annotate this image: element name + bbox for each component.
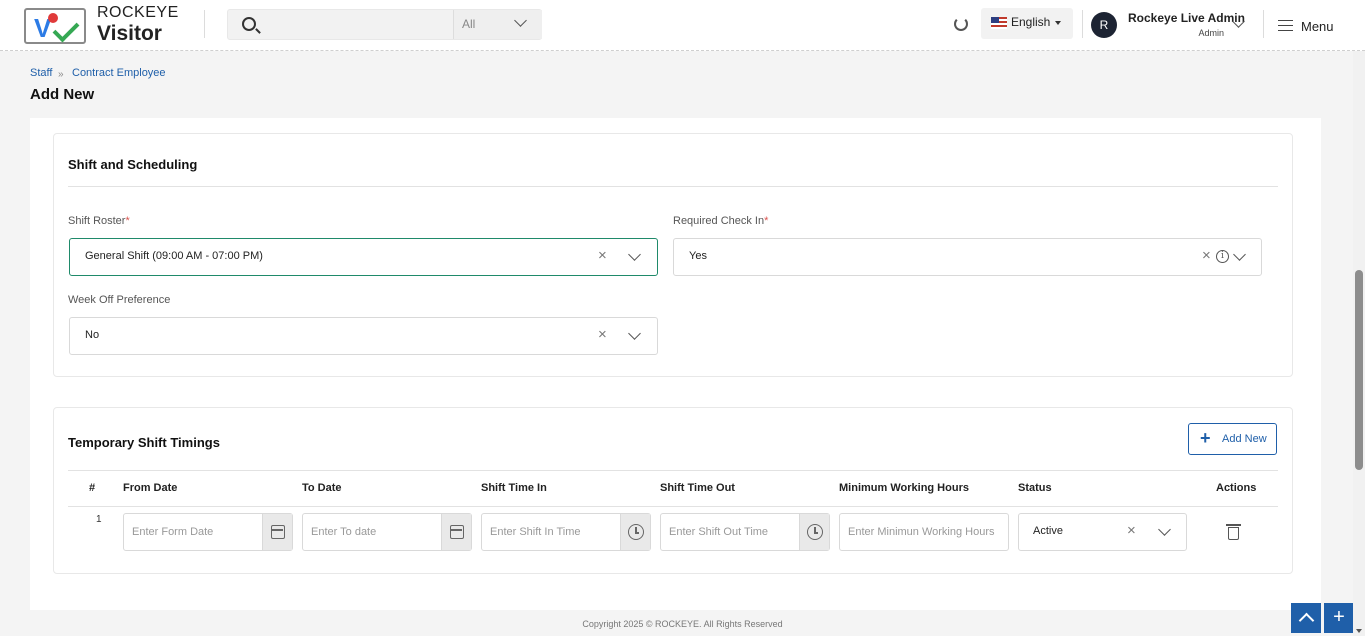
column-header-actions: Actions bbox=[1216, 482, 1257, 494]
calendar-icon bbox=[450, 525, 464, 539]
clear-icon[interactable]: × bbox=[1127, 522, 1136, 539]
hamburger-menu-icon[interactable] bbox=[1278, 20, 1293, 31]
week-off-value: No bbox=[85, 329, 100, 341]
scroll-to-top-button[interactable] bbox=[1291, 603, 1321, 633]
required-checkin-value: Yes bbox=[689, 250, 707, 262]
status-value: Active bbox=[1033, 525, 1063, 537]
user-role: Admin bbox=[1198, 28, 1224, 38]
shift-time-out-input[interactable]: Enter Shift Out Time bbox=[660, 513, 830, 551]
clear-icon[interactable]: × bbox=[598, 247, 607, 264]
column-header-number: # bbox=[89, 482, 96, 494]
search-scope-value: All bbox=[462, 17, 476, 31]
status-select[interactable]: Active × bbox=[1018, 513, 1187, 551]
scroll-down-arrow-icon[interactable] bbox=[1356, 629, 1362, 633]
language-selector[interactable]: English bbox=[981, 8, 1073, 39]
brand-product: Visitor bbox=[97, 22, 162, 45]
week-off-select[interactable]: No × bbox=[69, 317, 658, 355]
table-top-border bbox=[68, 470, 1278, 471]
minimum-working-hours-input[interactable]: Enter Minimun Working Hours bbox=[839, 513, 1009, 551]
column-header-minimum-working-hours: Minimum Working Hours bbox=[839, 482, 969, 494]
calendar-icon bbox=[271, 525, 285, 539]
search-icon bbox=[242, 17, 256, 31]
refresh-icon[interactable] bbox=[954, 17, 968, 31]
shift-scheduling-title: Shift and Scheduling bbox=[68, 157, 198, 172]
add-new-button[interactable]: + Add New bbox=[1188, 423, 1277, 455]
shift-roster-label: Shift Roster* bbox=[68, 215, 130, 227]
time-out-clock-button[interactable] bbox=[799, 514, 829, 550]
time-in-clock-button[interactable] bbox=[620, 514, 650, 550]
chevron-down-icon[interactable] bbox=[1233, 248, 1246, 261]
week-off-label: Week Off Preference bbox=[68, 294, 171, 306]
clock-icon bbox=[628, 524, 644, 540]
to-date-input[interactable]: Enter To date bbox=[302, 513, 472, 551]
top-bar: V ROCKEYE Visitor All English R Rockeye … bbox=[0, 0, 1365, 51]
user-name[interactable]: Rockeye Live Admin bbox=[1128, 11, 1245, 25]
page-scrollbar[interactable] bbox=[1353, 51, 1365, 636]
required-checkin-label: Required Check In* bbox=[673, 215, 769, 227]
language-label: English bbox=[1011, 15, 1051, 29]
column-header-shift-time-in: Shift Time In bbox=[481, 482, 547, 494]
breadcrumb-contract-employee[interactable]: Contract Employee bbox=[72, 67, 166, 79]
row-number: 1 bbox=[96, 514, 102, 525]
chevron-down-icon[interactable] bbox=[628, 327, 641, 340]
brand-name: ROCKEYE bbox=[97, 4, 179, 21]
chevron-down-icon bbox=[514, 14, 527, 27]
breadcrumb-separator-icon: » bbox=[58, 69, 64, 80]
divider bbox=[204, 10, 205, 38]
column-header-from-date: From Date bbox=[123, 482, 178, 494]
us-flag-icon bbox=[991, 17, 1007, 29]
column-header-shift-time-out: Shift Time Out bbox=[660, 482, 735, 494]
column-header-status: Status bbox=[1018, 482, 1052, 494]
search-scope-select[interactable]: All bbox=[453, 10, 542, 39]
table-header-border bbox=[68, 506, 1278, 507]
divider bbox=[1263, 10, 1264, 38]
divider bbox=[1082, 10, 1083, 38]
global-search[interactable]: All bbox=[227, 9, 542, 40]
clock-icon bbox=[807, 524, 823, 540]
delete-row-trash-icon[interactable] bbox=[1226, 524, 1241, 540]
shift-roster-value: General Shift (09:00 AM - 07:00 PM) bbox=[85, 250, 263, 262]
breadcrumb-staff[interactable]: Staff bbox=[30, 67, 52, 79]
scrollbar-thumb[interactable] bbox=[1355, 270, 1363, 470]
quick-add-button[interactable]: + bbox=[1324, 603, 1354, 633]
required-checkin-select[interactable]: Yes × i bbox=[673, 238, 1262, 276]
footer-copyright: Copyright 2025 © ROCKEYE. All Rights Res… bbox=[582, 619, 783, 629]
chevron-down-icon[interactable] bbox=[1158, 523, 1171, 536]
column-header-to-date: To Date bbox=[302, 482, 342, 494]
section-divider bbox=[68, 186, 1278, 187]
clear-icon[interactable]: × bbox=[1202, 247, 1211, 264]
from-date-calendar-button[interactable] bbox=[262, 514, 292, 550]
info-icon[interactable]: i bbox=[1216, 250, 1229, 263]
page-title: Add New bbox=[30, 86, 95, 103]
clear-icon[interactable]: × bbox=[598, 326, 607, 343]
chevron-down-icon[interactable] bbox=[628, 248, 641, 261]
avatar[interactable]: R bbox=[1091, 12, 1117, 38]
rockeye-logo-icon[interactable]: V bbox=[24, 8, 86, 44]
shift-roster-select[interactable]: General Shift (09:00 AM - 07:00 PM) × bbox=[69, 238, 658, 276]
plus-icon: + bbox=[1200, 428, 1211, 448]
from-date-input[interactable]: Enter Form Date bbox=[123, 513, 293, 551]
to-date-calendar-button[interactable] bbox=[441, 514, 471, 550]
menu-button[interactable]: Menu bbox=[1301, 19, 1334, 34]
shift-time-in-input[interactable]: Enter Shift In Time bbox=[481, 513, 651, 551]
temporary-shift-title: Temporary Shift Timings bbox=[68, 435, 220, 450]
caret-down-icon bbox=[1055, 21, 1061, 25]
